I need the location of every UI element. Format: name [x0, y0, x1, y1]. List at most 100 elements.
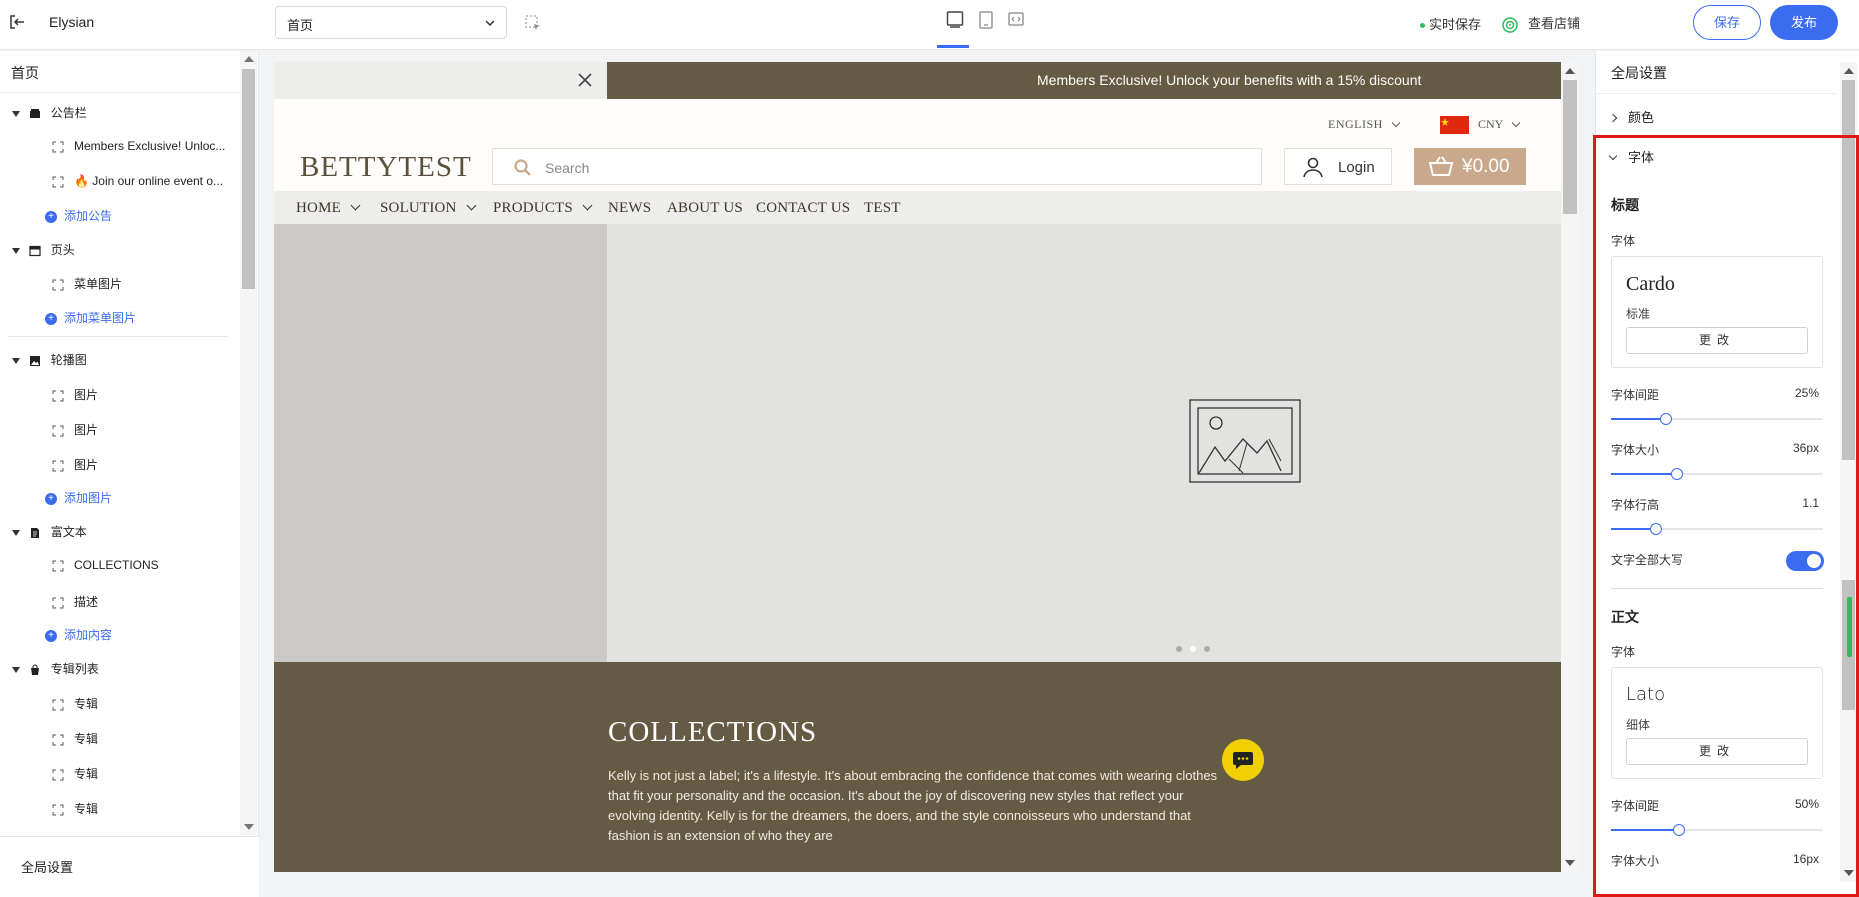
add-image-button[interactable]: + 添加图片 — [45, 489, 112, 506]
add-announcement-button[interactable]: + 添加公告 — [45, 207, 112, 224]
nav-about-us[interactable]: ABOUT US — [667, 200, 743, 217]
chevron-right-icon — [1608, 113, 1618, 123]
settings-scrollbar[interactable] — [1840, 62, 1857, 882]
slider-handle[interactable] — [1671, 468, 1683, 480]
body-letter-spacing-slider[interactable] — [1611, 824, 1823, 836]
search-input[interactable]: Search — [492, 148, 1262, 185]
heading-size-label: 字体大小 — [1611, 443, 1660, 457]
divider — [1611, 588, 1823, 589]
sidebar-item[interactable]: 菜单图片 — [52, 275, 122, 292]
login-button[interactable]: Login — [1284, 148, 1392, 185]
main-navigation: HOME SOLUTION PRODUCTS NEWS ABOUT US CON… — [274, 191, 1561, 224]
body-font-change-button[interactable]: 更改 — [1626, 738, 1808, 765]
slider-handle[interactable] — [1660, 413, 1672, 425]
slideshow[interactable] — [607, 224, 1561, 662]
slider-handle[interactable] — [1650, 523, 1662, 535]
chevron-down-icon — [485, 20, 495, 27]
search-icon — [514, 159, 531, 176]
sidebar-item[interactable]: 图片 — [52, 386, 98, 403]
heading-font-card: Cardo 标准 更改 — [1611, 256, 1823, 368]
font-section-toggle[interactable]: 字体 — [1608, 147, 1654, 166]
page-select-value: 首页 — [287, 18, 314, 33]
bag-icon — [31, 664, 40, 675]
add-content-button[interactable]: + 添加内容 — [45, 626, 112, 643]
heading-line-height-slider[interactable] — [1611, 523, 1823, 535]
sidebar-item[interactable]: 专辑 — [52, 730, 98, 747]
body-size-value: 16px — [1792, 852, 1819, 866]
global-settings-panel: 全局设置 颜色 字体 标题 字体 Cardo 标准 更改 字体间距 25% 字体… — [1595, 51, 1859, 897]
collections-description: Kelly is not just a label; it's a lifest… — [608, 768, 1218, 843]
block-icon — [52, 279, 64, 291]
language-selector[interactable]: ENGLISH — [1328, 117, 1401, 132]
exit-icon[interactable] — [8, 13, 26, 31]
block-icon — [52, 390, 64, 402]
sidebar-group-rich-text[interactable]: 富文本 — [12, 523, 87, 540]
sidebar-group-header[interactable]: 页头 — [12, 241, 75, 258]
body-size-label: 字体大小 — [1611, 854, 1660, 868]
add-menu-image-button[interactable]: + 添加菜单图片 — [45, 309, 136, 326]
sidebar-group-collection-list[interactable]: 专辑列表 — [12, 660, 99, 677]
desktop-view-icon[interactable] — [946, 10, 964, 30]
save-button[interactable]: 保存 — [1693, 5, 1761, 40]
publish-button[interactable]: 发布 — [1770, 5, 1838, 40]
heading-size-slider[interactable] — [1611, 468, 1823, 480]
nav-home[interactable]: HOME — [296, 200, 361, 217]
nav-contact-us[interactable]: CONTACT US — [756, 200, 850, 217]
fullwidth-view-icon[interactable] — [1007, 10, 1025, 30]
block-icon — [52, 804, 64, 816]
close-icon[interactable] — [577, 72, 593, 88]
tablet-view-icon[interactable] — [977, 10, 995, 30]
body-font-style: 细体 — [1626, 718, 1651, 732]
nav-test[interactable]: TEST — [864, 200, 901, 217]
caret-down-icon — [12, 666, 20, 673]
section-sidebar: 首页 公告栏 Members Exclusive! Unloc... 🔥 Joi… — [0, 51, 259, 897]
sidebar-item[interactable]: 图片 — [52, 421, 98, 438]
slideshow-pagination[interactable] — [1176, 639, 1218, 657]
store-logo[interactable]: BETTYTEST — [300, 151, 472, 184]
announcement-bar[interactable]: Members Exclusive! Unlock your benefits … — [607, 62, 1561, 99]
chevron-down-icon — [582, 200, 593, 211]
sidebar-group-slideshow[interactable]: 轮播图 — [12, 351, 87, 368]
heading-size-value: 36px — [1792, 441, 1819, 455]
sidebar-item[interactable]: 专辑 — [52, 765, 98, 782]
block-icon — [52, 141, 64, 153]
caret-down-icon — [12, 247, 20, 254]
chevron-down-icon — [1608, 151, 1618, 161]
sidebar-item[interactable]: COLLECTIONS — [52, 558, 159, 572]
chat-button[interactable] — [1222, 739, 1264, 781]
currency-selector[interactable]: CNY — [1478, 117, 1521, 132]
caret-down-icon — [12, 110, 20, 117]
view-store-link[interactable]: 查看店铺 — [1502, 13, 1580, 33]
preview-scrollbar[interactable] — [1561, 62, 1579, 872]
sidebar-item[interactable]: 专辑 — [52, 695, 98, 712]
global-settings-link[interactable]: 全局设置 — [0, 836, 259, 897]
slider-handle[interactable] — [1673, 824, 1685, 836]
color-section-toggle[interactable]: 颜色 — [1608, 107, 1654, 126]
sidebar-item[interactable]: Members Exclusive! Unloc... — [52, 139, 225, 153]
sidebar-item[interactable]: 🔥 Join our online event o... — [52, 174, 223, 188]
block-icon — [52, 734, 64, 746]
sidebar-item[interactable]: 专辑 — [52, 800, 98, 817]
page-select[interactable]: 首页 — [275, 6, 507, 39]
plus-icon: + — [45, 210, 57, 223]
nav-news[interactable]: NEWS — [608, 200, 651, 217]
caret-down-icon — [12, 529, 20, 536]
sidebar-item[interactable]: 描述 — [52, 593, 98, 610]
sidebar-title: 首页 — [11, 65, 39, 81]
sidebar-scrollbar[interactable] — [240, 51, 257, 835]
cart-button[interactable]: ¥0.00 — [1414, 148, 1526, 185]
sidebar-group-announcement[interactable]: 公告栏 — [12, 104, 87, 121]
block-icon — [52, 176, 64, 188]
nav-solution[interactable]: SOLUTION — [380, 200, 477, 217]
store-preview: Members Exclusive! Unlock your benefits … — [274, 62, 1561, 872]
sidebar-item[interactable]: 图片 — [52, 456, 98, 473]
heading-letter-spacing-slider[interactable] — [1611, 413, 1823, 425]
select-element-icon[interactable] — [525, 15, 541, 31]
heading-uppercase-toggle[interactable] — [1786, 551, 1824, 571]
nav-products[interactable]: PRODUCTS — [493, 200, 593, 217]
heading-font-label: 字体 — [1611, 234, 1636, 248]
heading-letter-spacing-label: 字体间距 — [1611, 388, 1660, 402]
heading-font-change-button[interactable]: 更改 — [1626, 327, 1808, 354]
collections-section: COLLECTIONS Kelly is not just a label; i… — [274, 662, 1561, 872]
heading-font-name: Cardo — [1626, 273, 1675, 295]
